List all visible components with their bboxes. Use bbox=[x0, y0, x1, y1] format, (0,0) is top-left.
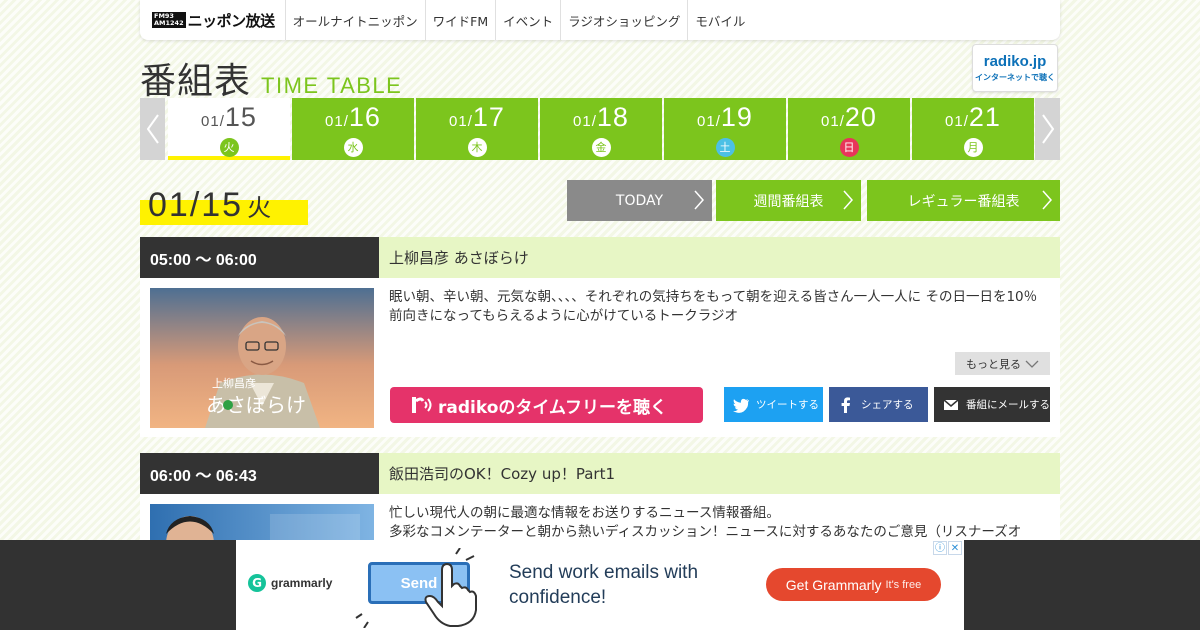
ad-info-icon[interactable]: ⓘ bbox=[933, 541, 947, 555]
logo-name: ニッポン放送 bbox=[187, 11, 276, 30]
selected-dow: 火 bbox=[247, 195, 274, 222]
chevron-right-icon bbox=[694, 190, 704, 210]
mail-program-button[interactable]: 番組にメールする bbox=[934, 387, 1050, 422]
date-tab-0118[interactable]: 01/18 金 bbox=[540, 98, 662, 160]
facebook-icon bbox=[841, 396, 850, 413]
mail-icon bbox=[943, 398, 959, 410]
date-tab-0120[interactable]: 01/20 日 bbox=[788, 98, 910, 160]
chevron-left-icon bbox=[146, 114, 159, 144]
program-thumbnail[interactable]: 上柳昌彦 あさぼらけ bbox=[150, 288, 374, 428]
page-title-jp: 番組表 bbox=[140, 61, 252, 102]
selected-date: 01/15 bbox=[148, 186, 244, 224]
day-of-week-badge: 木 bbox=[467, 138, 487, 157]
host-photo: 上柳昌彦 あさぼらけ bbox=[150, 288, 374, 428]
date-tab-0121[interactable]: 01/21 月 bbox=[912, 98, 1034, 160]
program-time: 05:00 ～ 06:00 bbox=[140, 237, 379, 278]
ad-headline-line-2: confidence! bbox=[509, 587, 607, 608]
radiko-timefree-button[interactable]: radikoのタイムフリーを聴く bbox=[390, 387, 703, 423]
get-grammarly-button[interactable]: Get Grammarly It's free bbox=[766, 568, 941, 601]
regular-schedule-label: レギュラー番組表 bbox=[907, 193, 1020, 210]
radiko-timefree-label: radikoのタイムフリーを聴く bbox=[438, 397, 668, 418]
page-title: 番組表 TIME TABLE bbox=[140, 52, 402, 104]
day-of-week-badge: 水 bbox=[343, 138, 363, 157]
top-navigation: FM93 AM1242 ニッポン放送 オールナイトニッポン ワイドFM イベント… bbox=[140, 0, 1060, 40]
selected-date-heading: 01/15 火 bbox=[140, 186, 308, 225]
ad-headline-line-1: Send work emails with bbox=[509, 562, 699, 583]
day-of-week-badge: 日 bbox=[839, 138, 859, 157]
program-description-line-1: 忙しい現代人の朝に最適な情報をお送りするニュース情報番組。 bbox=[389, 505, 780, 521]
ad-controls: ⓘ ✕ bbox=[932, 541, 962, 555]
program-description: 忙しい現代人の朝に最適な情報をお送りするニュース情報番組。 多彩なコメンテーター… bbox=[389, 504, 1049, 542]
prev-week-button[interactable] bbox=[140, 98, 165, 160]
weekly-schedule-label: 週間番組表 bbox=[753, 193, 824, 210]
twitter-icon bbox=[733, 398, 749, 413]
nav-widefm[interactable]: ワイドFM bbox=[426, 0, 497, 40]
tweet-label: ツイートする bbox=[756, 399, 819, 411]
more-button-label: もっと見る bbox=[966, 357, 1021, 371]
day-of-week-badge: 火 bbox=[219, 138, 239, 157]
cta-label: Get Grammarly bbox=[785, 576, 882, 593]
grammarly-ad[interactable]: ⓘ ✕ G grammarly Send Send work emails wi… bbox=[236, 540, 964, 630]
cta-small-label: It's free bbox=[885, 578, 922, 591]
day-of-week-badge: 金 bbox=[591, 138, 611, 157]
thumb-caption-small: 上柳昌彦 bbox=[212, 376, 256, 390]
grammarly-g-icon: G bbox=[248, 574, 266, 592]
day-of-week-badge: 土 bbox=[715, 138, 735, 157]
radiko-badge-sub: インターネットで聴く bbox=[975, 73, 1055, 82]
date-tab-0119[interactable]: 01/19 土 bbox=[664, 98, 786, 160]
today-button-label: TODAY bbox=[615, 192, 664, 209]
page-title-en: TIME TABLE bbox=[261, 73, 403, 98]
chevron-down-icon bbox=[1025, 360, 1039, 368]
today-button[interactable]: TODAY bbox=[567, 180, 712, 221]
nav-radio-shopping[interactable]: ラジオショッピング bbox=[561, 0, 689, 40]
weekly-schedule-button[interactable]: 週間番組表 bbox=[716, 180, 861, 221]
site-logo[interactable]: FM93 AM1242 ニッポン放送 bbox=[140, 0, 286, 40]
share-label: シェアする bbox=[861, 399, 914, 411]
leaf-icon bbox=[223, 400, 233, 410]
facebook-share-button[interactable]: シェアする bbox=[829, 387, 928, 422]
logo-am: AM1242 bbox=[154, 19, 184, 27]
chevron-right-icon bbox=[843, 190, 853, 210]
date-tab-0115[interactable]: 01/15 火 bbox=[168, 98, 290, 160]
logo-frequency: FM93 AM1242 bbox=[152, 12, 186, 28]
date-tab-0116[interactable]: 01/16 水 bbox=[292, 98, 414, 160]
radiko-badge[interactable]: radiko.jp インターネットで聴く bbox=[972, 44, 1058, 92]
grammarly-name: grammarly bbox=[271, 576, 333, 590]
chevron-right-icon bbox=[1041, 114, 1054, 144]
next-week-button[interactable] bbox=[1035, 98, 1060, 160]
program-description: 眠い朝、辛い朝、元気な朝、、、、それぞれの気持ちをもって朝を迎える皆さん一人一人… bbox=[389, 289, 1038, 324]
tweet-button[interactable]: ツイートする bbox=[724, 387, 823, 422]
nav-allnightnippon[interactable]: オールナイトニッポン bbox=[286, 0, 426, 40]
thumb-caption-large: あさぼらけ bbox=[206, 393, 306, 417]
radiko-badge-logo: radiko.jp bbox=[983, 53, 1047, 70]
radiko-icon bbox=[412, 397, 432, 413]
chevron-right-icon bbox=[1042, 190, 1052, 210]
more-button[interactable]: もっと見る bbox=[955, 352, 1050, 375]
day-of-week-badge: 月 bbox=[963, 138, 983, 157]
program-block: 05:00 ～ 06:00 上柳昌彦 あさぼらけ 上柳昌彦 あさぼらけ 眠い朝、… bbox=[140, 237, 1060, 437]
ad-headline: Send work emails with confidence! bbox=[509, 560, 749, 610]
nav-mobile[interactable]: モバイル bbox=[688, 0, 752, 40]
grammarly-logo: G grammarly bbox=[248, 574, 332, 592]
program-title[interactable]: 上柳昌彦 あさぼらけ bbox=[379, 237, 1060, 278]
date-tab-0117[interactable]: 01/17 木 bbox=[416, 98, 538, 160]
ad-close-icon[interactable]: ✕ bbox=[948, 541, 962, 555]
program-time: 06:00 ～ 06:43 bbox=[140, 453, 379, 494]
date-strip: 01/15 火 01/16 水 01/17 木 01/18 金 01/19 土 … bbox=[140, 98, 1060, 160]
pointer-hand-icon bbox=[355, 548, 477, 628]
nav-event[interactable]: イベント bbox=[496, 0, 562, 40]
mail-label: 番組にメールする bbox=[966, 399, 1050, 411]
regular-schedule-button[interactable]: レギュラー番組表 bbox=[867, 180, 1060, 221]
program-title[interactable]: 飯田浩司のOK！Cozy up！Part1 bbox=[379, 453, 1060, 494]
